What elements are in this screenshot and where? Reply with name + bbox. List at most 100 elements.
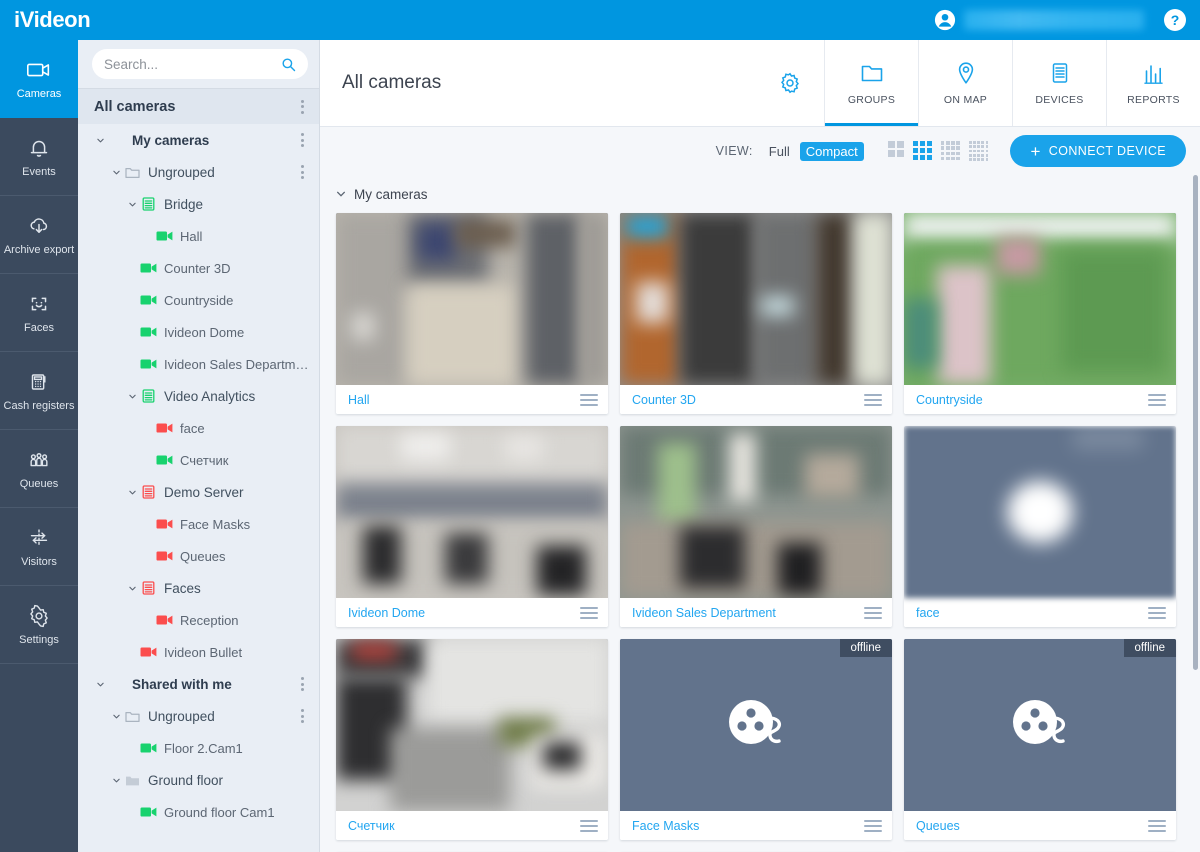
tab-devices[interactable]: DEVICES <box>1012 40 1106 126</box>
rail-item-events[interactable]: Events <box>0 118 78 196</box>
app-logo[interactable]: iVideon <box>0 7 91 33</box>
camera-thumbnail[interactable]: offline <box>904 639 1176 811</box>
tab-groups[interactable]: GROUPS <box>824 40 918 126</box>
camera-name-link[interactable]: Queues <box>916 819 960 833</box>
tree-node-ungrouped[interactable]: Ungrouped <box>78 156 319 188</box>
tree-node-face[interactable]: face <box>78 412 319 444</box>
camera-tile[interactable]: Ivideon Dome <box>336 426 608 627</box>
group-section-header[interactable]: My cameras <box>320 175 1200 213</box>
chevron-down-icon[interactable] <box>124 584 140 593</box>
tree-node-ivideon-bullet[interactable]: Ivideon Bullet <box>78 636 319 668</box>
rail-item-queues[interactable]: Queues <box>0 430 78 508</box>
tree-node--[interactable]: Счетчик <box>78 444 319 476</box>
tile-menu-icon[interactable] <box>580 819 598 832</box>
tree-node-list[interactable]: My cameras Ungrouped Bridge Hall Counter 3D C… <box>78 124 319 852</box>
tile-menu-icon[interactable] <box>1148 393 1166 406</box>
camera-thumbnail[interactable] <box>336 639 608 811</box>
camera-tile[interactable]: Hall <box>336 213 608 414</box>
tree-node-menu-icon[interactable] <box>295 675 309 693</box>
rail-item-cameras[interactable]: Cameras <box>0 40 78 118</box>
chevron-down-icon[interactable] <box>108 776 124 785</box>
grid-3x3-button[interactable] <box>912 141 932 161</box>
tab-on-map[interactable]: ON MAP <box>918 40 1012 126</box>
page-settings-button[interactable] <box>778 40 824 126</box>
tree-node-demo-server[interactable]: Demo Server <box>78 476 319 508</box>
camera-thumbnail[interactable] <box>336 213 608 385</box>
camera-thumbnail[interactable] <box>620 426 892 598</box>
grid-2x2-button[interactable] <box>887 141 904 161</box>
tree-node-counter-3d[interactable]: Counter 3D <box>78 252 319 284</box>
chevron-down-icon[interactable] <box>124 392 140 401</box>
tile-menu-icon[interactable] <box>864 819 882 832</box>
tree-node-faces[interactable]: Faces <box>78 572 319 604</box>
camera-thumbnail[interactable] <box>336 426 608 598</box>
camera-name-link[interactable]: Счетчик <box>348 819 395 833</box>
camera-thumbnail[interactable]: offline <box>620 639 892 811</box>
camera-name-link[interactable]: Ivideon Dome <box>348 606 425 620</box>
chevron-down-icon[interactable] <box>92 136 108 145</box>
tree-node-video-analytics[interactable]: Video Analytics <box>78 380 319 412</box>
tree-node-ungrouped[interactable]: Ungrouped <box>78 700 319 732</box>
camera-tile[interactable]: face <box>904 426 1176 627</box>
tree-header[interactable]: All cameras <box>78 88 319 124</box>
search-box[interactable] <box>92 49 308 79</box>
rail-item-settings[interactable]: Settings <box>0 586 78 664</box>
tree-node-menu-icon[interactable] <box>295 163 309 181</box>
camera-thumbnail[interactable] <box>904 213 1176 385</box>
connect-device-button[interactable]: + CONNECT DEVICE <box>1010 135 1186 167</box>
view-mode-full[interactable]: Full <box>763 142 796 161</box>
tile-menu-icon[interactable] <box>580 393 598 406</box>
chevron-down-icon[interactable] <box>124 488 140 497</box>
view-mode-compact[interactable]: Compact <box>799 141 864 161</box>
rail-item-cash-registers[interactable]: Cash registers <box>0 352 78 430</box>
camera-name-link[interactable]: Hall <box>348 393 370 407</box>
tree-node-menu-icon[interactable] <box>295 707 309 725</box>
tree-node-face-masks[interactable]: Face Masks <box>78 508 319 540</box>
camera-tile[interactable]: Счетчик <box>336 639 608 840</box>
tree-node-shared-with-me[interactable]: Shared with me <box>78 668 319 700</box>
camera-name-link[interactable]: Ivideon Sales Department <box>632 606 776 620</box>
tree-node-ground-floor[interactable]: Ground floor <box>78 764 319 796</box>
camera-name-link[interactable]: face <box>916 606 940 620</box>
chevron-down-icon[interactable] <box>124 200 140 209</box>
tree-node-bridge[interactable]: Bridge <box>78 188 319 220</box>
tile-menu-icon[interactable] <box>1148 606 1166 619</box>
tree-header-menu-icon[interactable] <box>295 98 309 116</box>
account-area[interactable] <box>934 9 1150 31</box>
camera-tile[interactable]: Ivideon Sales Department <box>620 426 892 627</box>
tree-node-floor-2-cam1[interactable]: Floor 2.Cam1 <box>78 732 319 764</box>
camera-name-link[interactable]: Counter 3D <box>632 393 696 407</box>
rail-item-archive-export[interactable]: Archive export <box>0 196 78 274</box>
chevron-down-icon[interactable] <box>108 168 124 177</box>
grid-4x4-button[interactable] <box>940 141 960 161</box>
tile-menu-icon[interactable] <box>864 393 882 406</box>
rail-item-faces[interactable]: Faces <box>0 274 78 352</box>
tab-reports[interactable]: REPORTS <box>1106 40 1200 126</box>
tree-node-ivideon-dome[interactable]: Ivideon Dome <box>78 316 319 348</box>
camera-tile[interactable]: Counter 3D <box>620 213 892 414</box>
tree-node-reception[interactable]: Reception <box>78 604 319 636</box>
tile-menu-icon[interactable] <box>864 606 882 619</box>
rail-item-visitors[interactable]: Visitors <box>0 508 78 586</box>
grid-5x5-button[interactable] <box>968 141 989 161</box>
vertical-scrollbar[interactable] <box>1193 175 1198 670</box>
help-icon[interactable]: ? <box>1164 9 1186 31</box>
camera-name-link[interactable]: Countryside <box>916 393 983 407</box>
tree-node-countryside[interactable]: Countryside <box>78 284 319 316</box>
tree-node-ground-floor-cam1[interactable]: Ground floor Cam1 <box>78 796 319 828</box>
search-icon[interactable] <box>281 57 296 72</box>
tree-node-ivideon-sales-department[interactable]: Ivideon Sales Department <box>78 348 319 380</box>
search-input[interactable] <box>104 56 281 72</box>
chevron-down-icon[interactable] <box>108 712 124 721</box>
camera-tile[interactable]: offline Queues <box>904 639 1176 840</box>
tree-node-menu-icon[interactable] <box>295 131 309 149</box>
camera-thumbnail[interactable] <box>904 426 1176 598</box>
chevron-down-icon[interactable] <box>92 680 108 689</box>
tree-node-queues[interactable]: Queues <box>78 540 319 572</box>
camera-grid-area[interactable]: My cameras Hall Counter 3D Countryside Ivid… <box>320 175 1200 852</box>
tile-menu-icon[interactable] <box>580 606 598 619</box>
tree-node-my-cameras[interactable]: My cameras <box>78 124 319 156</box>
camera-name-link[interactable]: Face Masks <box>632 819 699 833</box>
camera-thumbnail[interactable] <box>620 213 892 385</box>
camera-tile[interactable]: offline Face Masks <box>620 639 892 840</box>
